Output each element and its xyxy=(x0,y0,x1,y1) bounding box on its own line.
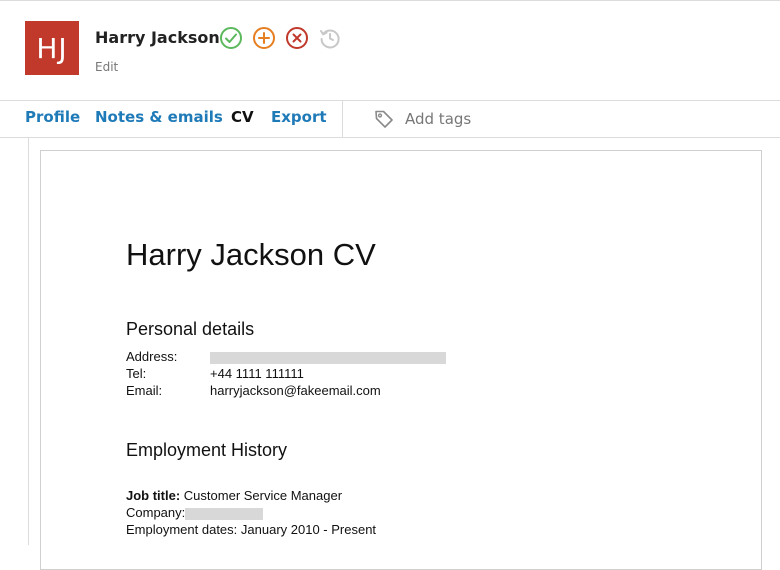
tag-icon xyxy=(374,109,394,129)
employment-dates-value: January 2010 - Present xyxy=(240,522,377,537)
tab-bar: Profile Notes & emails CV Export Add tag… xyxy=(0,100,780,138)
address-value xyxy=(210,349,446,364)
tab-notes-emails[interactable]: Notes & emails xyxy=(95,108,223,126)
edit-link[interactable]: Edit xyxy=(95,60,118,74)
check-circle-icon xyxy=(220,27,242,49)
redacted-address xyxy=(210,351,446,364)
cv-page: Harry Jackson CV Personal details Addres… xyxy=(40,150,762,570)
company-label: Company: xyxy=(126,505,186,520)
tab-cv[interactable]: CV xyxy=(231,108,254,126)
redacted-company xyxy=(185,507,264,520)
x-circle-icon xyxy=(286,27,308,49)
candidate-name: Harry Jackson xyxy=(95,28,220,47)
email-value: harryjackson@fakeemail.com xyxy=(210,383,381,398)
candidate-record: HJ Harry Jackson Edit Profile Notes & em… xyxy=(0,0,780,570)
record-header: HJ Harry Jackson Edit xyxy=(0,1,780,100)
job-title-label: Job title: xyxy=(126,488,181,503)
job-title-row: Job title: Customer Service Manager xyxy=(126,488,342,503)
plus-circle-icon xyxy=(253,27,275,49)
cv-viewer[interactable]: Harry Jackson CV Personal details Addres… xyxy=(28,138,780,570)
company-row: Company: xyxy=(126,505,264,520)
email-label: Email: xyxy=(126,383,163,398)
employment-dates-row: Employment dates: January 2010 - Present xyxy=(126,522,376,537)
status-actions xyxy=(219,26,342,50)
history-icon xyxy=(320,29,340,49)
tab-divider xyxy=(342,101,343,137)
email-row: Email: harryjackson@fakeemail.com xyxy=(126,383,381,398)
add-tags-input[interactable]: Add tags xyxy=(405,110,471,128)
tel-row: Tel: +44 1111 111111 xyxy=(126,366,304,381)
add-button[interactable] xyxy=(252,26,276,50)
employment-history-heading: Employment History xyxy=(126,440,288,460)
job-title-value: Customer Service Manager xyxy=(183,488,343,503)
personal-details-heading: Personal details xyxy=(126,319,255,339)
address-row: Address: xyxy=(126,349,446,364)
tab-profile[interactable]: Profile xyxy=(25,108,80,126)
employment-dates-label: Employment dates: xyxy=(126,522,238,537)
tel-label: Tel: xyxy=(126,366,147,381)
reject-button[interactable] xyxy=(285,26,309,50)
history-button[interactable] xyxy=(318,26,342,50)
address-label: Address: xyxy=(126,349,178,364)
avatar: HJ xyxy=(25,21,79,75)
tab-export[interactable]: Export xyxy=(271,108,327,126)
cv-title: Harry Jackson CV xyxy=(126,237,376,272)
approve-button[interactable] xyxy=(219,26,243,50)
tel-value: +44 1111 111111 xyxy=(210,366,304,381)
